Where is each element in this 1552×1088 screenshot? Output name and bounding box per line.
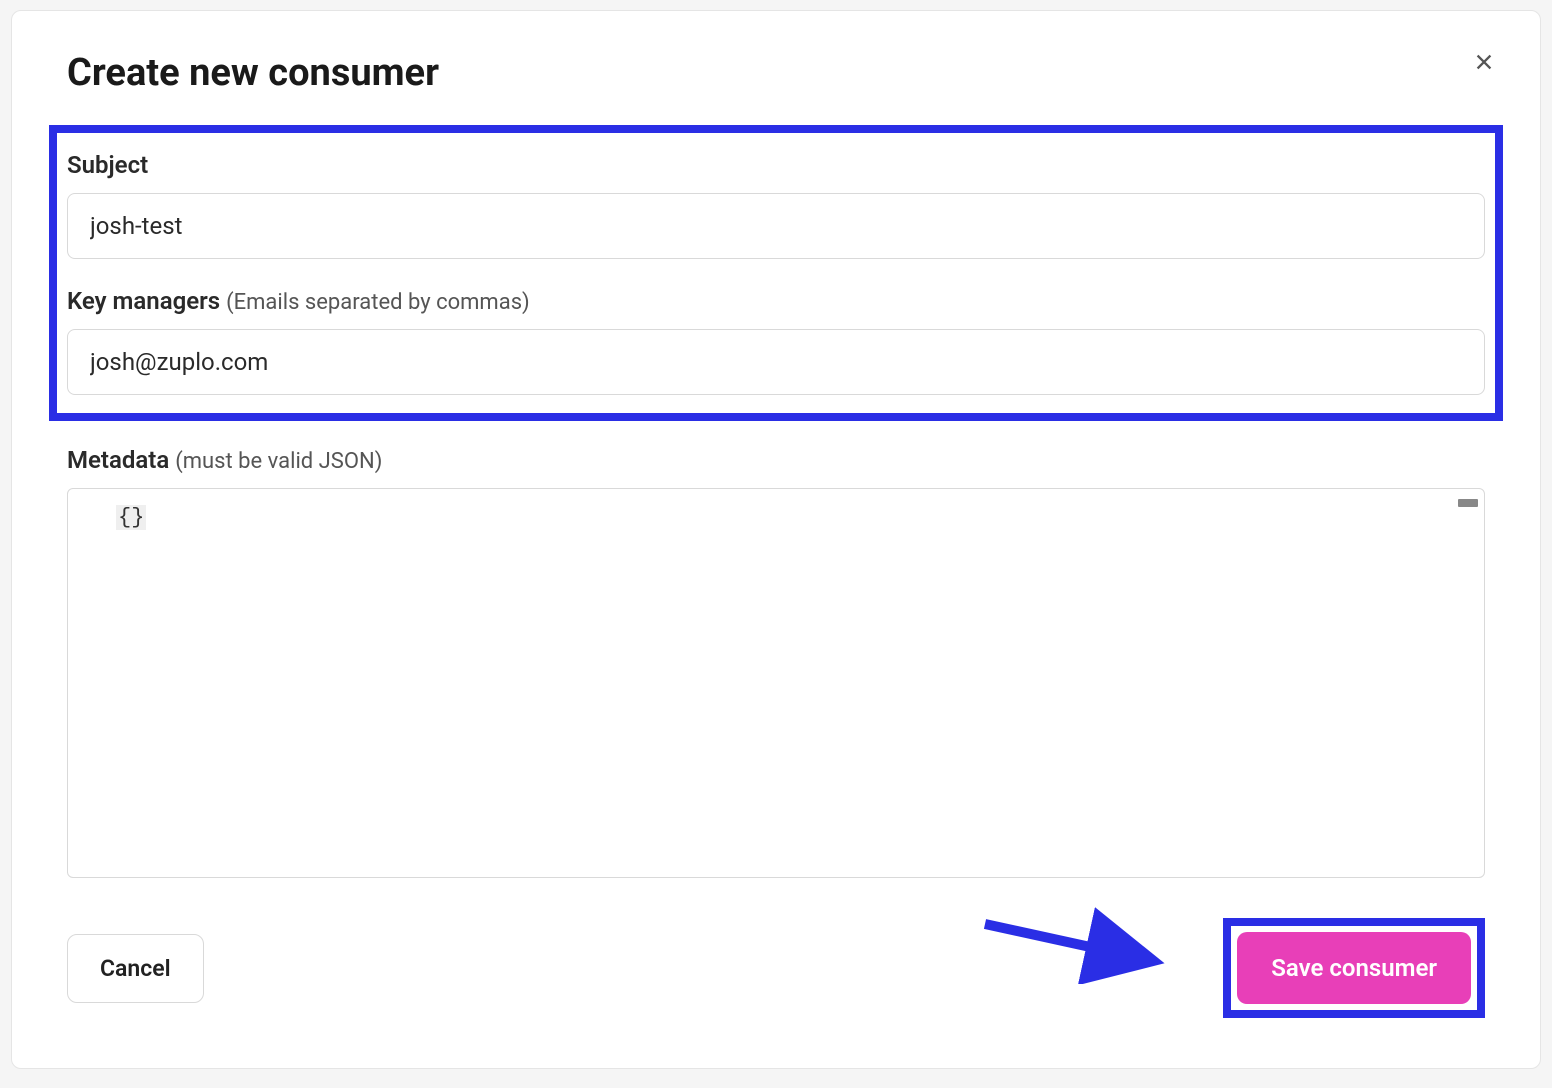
key-managers-hint: (Emails separated by commas) [226,290,530,315]
key-managers-label: Key managers (Emails separated by commas… [67,287,1485,315]
arrow-annotation [975,904,1175,988]
highlighted-input-section: Subject Key managers (Emails separated b… [49,125,1503,421]
save-consumer-button[interactable]: Save consumer [1237,932,1471,1004]
modal-title: Create new consumer [67,51,1485,95]
arrow-icon [975,904,1175,984]
subject-group: Subject [67,151,1485,259]
subject-input[interactable] [67,193,1485,259]
key-managers-group: Key managers (Emails separated by commas… [67,287,1485,395]
subject-label: Subject [67,151,1485,179]
metadata-hint: (must be valid JSON) [175,449,382,474]
close-icon [1473,51,1495,73]
metadata-label-text: Metadata [67,446,169,474]
metadata-editor[interactable]: {} [67,488,1485,878]
scrollbar-indicator [1458,499,1478,507]
cancel-button[interactable]: Cancel [67,934,204,1003]
metadata-value: {} [116,505,146,530]
metadata-label: Metadata (must be valid JSON) [67,446,1485,474]
editor-gutter [68,489,110,877]
create-consumer-modal: Create new consumer Subject Key managers… [11,10,1541,1069]
save-button-highlight: Save consumer [1223,918,1485,1018]
close-button[interactable] [1468,46,1500,81]
metadata-group: Metadata (must be valid JSON) {} [67,446,1485,878]
key-managers-label-text: Key managers [67,287,220,315]
key-managers-input[interactable] [67,329,1485,395]
modal-footer: Cancel Save consumer [67,918,1485,1018]
